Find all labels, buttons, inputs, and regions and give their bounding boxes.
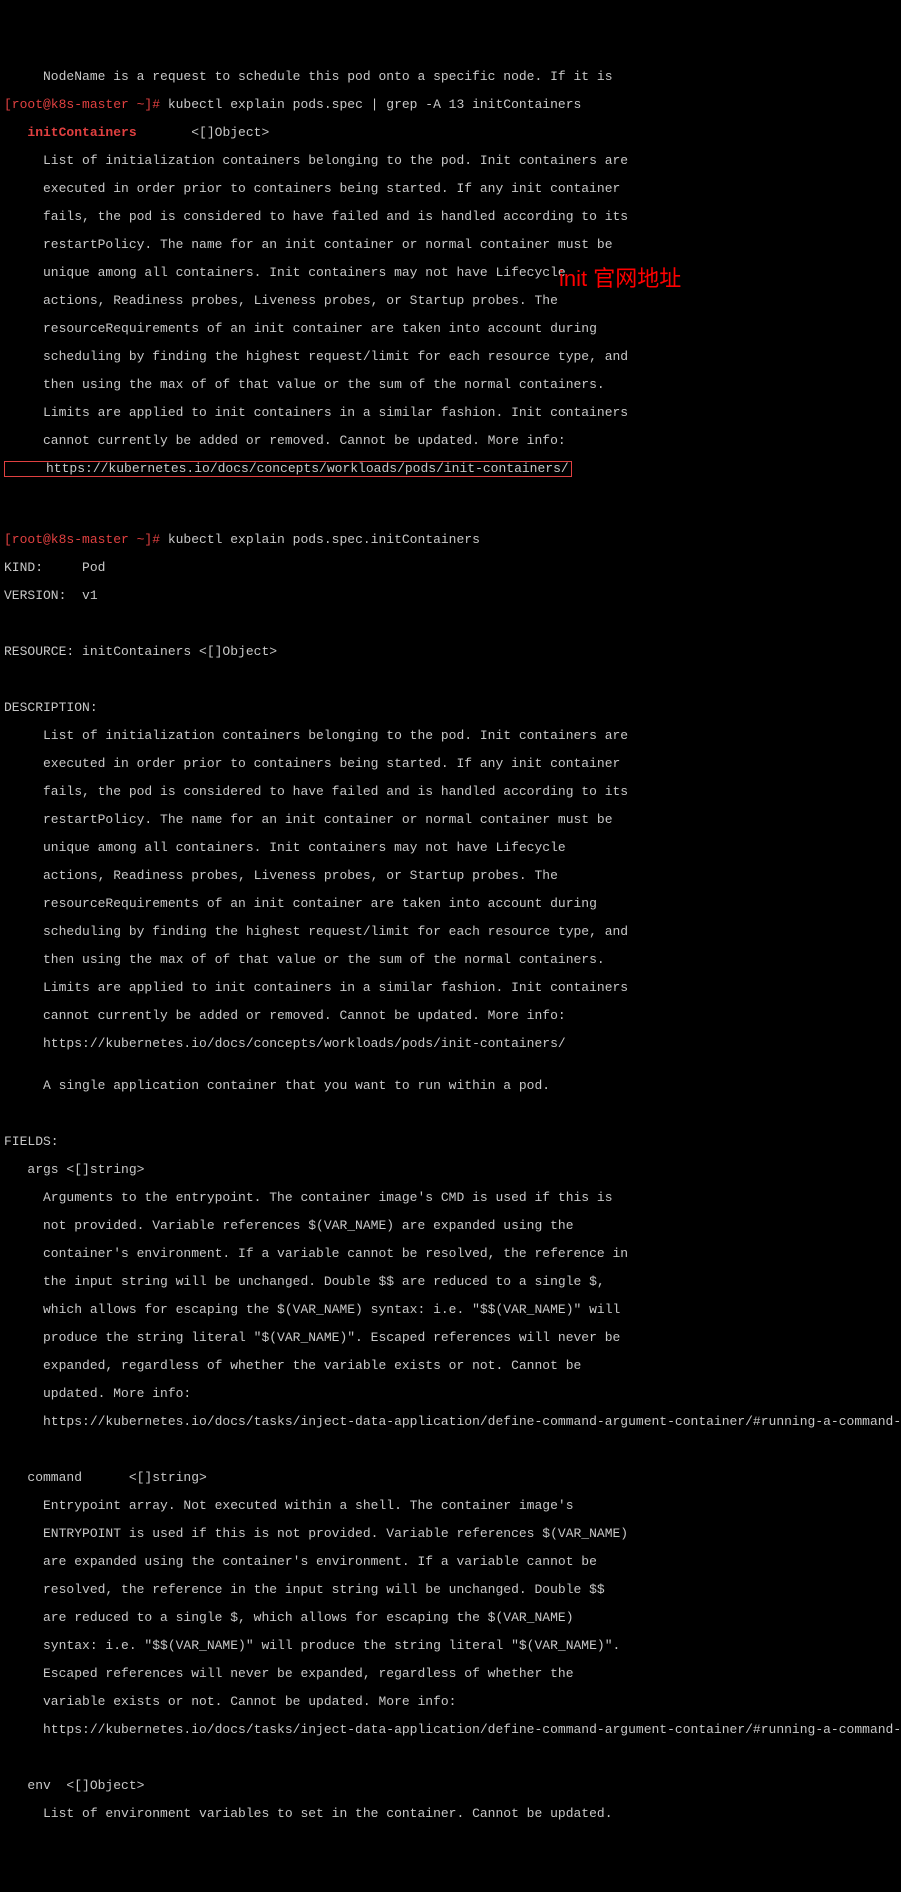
desc2-2: fails, the pod is considered to have fai… [4, 785, 897, 799]
command-header: command <[]string> [4, 1471, 897, 1485]
command-1: ENTRYPOINT is used if this is not provid… [4, 1527, 897, 1541]
command-8: https://kubernetes.io/docs/tasks/inject-… [4, 1723, 897, 1737]
desc1-10: cannot currently be added or removed. Ca… [4, 434, 897, 448]
command-3: resolved, the reference in the input str… [4, 1583, 897, 1597]
args-0: Arguments to the entrypoint. The contain… [4, 1191, 897, 1205]
args-header: args <[]string> [4, 1163, 897, 1177]
desc2-13: A single application container that you … [4, 1079, 897, 1093]
desc1-5: actions, Readiness probes, Liveness prob… [4, 294, 897, 308]
blank [4, 617, 897, 631]
args-5: produce the string literal "$(VAR_NAME)"… [4, 1331, 897, 1345]
env-header: env <[]Object> [4, 1779, 897, 1793]
url-highlight-box: https://kubernetes.io/docs/concepts/work… [4, 461, 572, 477]
kind-line: KIND: Pod [4, 561, 897, 575]
args-4: which allows for escaping the $(VAR_NAME… [4, 1303, 897, 1317]
desc1-3: restartPolicy. The name for an init cont… [4, 238, 897, 252]
args-8: https://kubernetes.io/docs/tasks/inject-… [4, 1415, 897, 1429]
args-2: container's environment. If a variable c… [4, 1247, 897, 1261]
desc2-1: executed in order prior to containers be… [4, 757, 897, 771]
version-line: VERSION: v1 [4, 589, 897, 603]
prompt-line-2[interactable]: [root@k8s-master ~]# kubectl explain pod… [4, 533, 897, 547]
command-7: variable exists or not. Cannot be update… [4, 1695, 897, 1709]
desc2-8: then using the max of of that value or t… [4, 953, 897, 967]
desc2-6: resourceRequirements of an init containe… [4, 897, 897, 911]
env-desc: List of environment variables to set in … [4, 1807, 897, 1821]
blank [4, 1107, 897, 1121]
desc2-3: restartPolicy. The name for an init cont… [4, 813, 897, 827]
desc1-8: then using the max of of that value or t… [4, 378, 897, 392]
desc2-9: Limits are applied to init containers in… [4, 981, 897, 995]
command-0: Entrypoint array. Not executed within a … [4, 1499, 897, 1513]
desc2-7: scheduling by finding the highest reques… [4, 925, 897, 939]
command-5: syntax: i.e. "$$(VAR_NAME)" will produce… [4, 1639, 897, 1653]
annotation-text: init 官网地址 [559, 272, 681, 286]
boxed-url-line: https://kubernetes.io/docs/concepts/work… [4, 462, 897, 477]
desc2-0: List of initialization containers belong… [4, 729, 897, 743]
desc1-0: List of initialization containers belong… [4, 154, 897, 168]
description-header: DESCRIPTION: [4, 701, 897, 715]
blank [4, 1443, 897, 1457]
desc1-2: fails, the pod is considered to have fai… [4, 210, 897, 224]
args-7: updated. More info: [4, 1387, 897, 1401]
fields-header: FIELDS: [4, 1135, 897, 1149]
command-2: kubectl explain pods.spec.initContainers [160, 532, 480, 547]
desc2-11: https://kubernetes.io/docs/concepts/work… [4, 1037, 897, 1051]
desc2-10: cannot currently be added or removed. Ca… [4, 1009, 897, 1023]
desc1-4: unique among all containers. Init contai… [4, 266, 897, 280]
prompt-user: [root@k8s-master ~]# [4, 97, 160, 112]
field-header: initContainers <[]Object> [4, 126, 897, 140]
command-1: kubectl explain pods.spec | grep -A 13 i… [160, 97, 581, 112]
command-6: Escaped references will never be expande… [4, 1667, 897, 1681]
desc1-1: executed in order prior to containers be… [4, 182, 897, 196]
field-type: <[]Object> [137, 125, 270, 140]
prompt-user-2: [root@k8s-master ~]# [4, 532, 160, 547]
blank [4, 673, 897, 687]
desc2-4: unique among all containers. Init contai… [4, 841, 897, 855]
args-6: expanded, regardless of whether the vari… [4, 1359, 897, 1373]
desc1-9: Limits are applied to init containers in… [4, 406, 897, 420]
resource-line: RESOURCE: initContainers <[]Object> [4, 645, 897, 659]
args-3: the input string will be unchanged. Doub… [4, 1275, 897, 1289]
args-1: not provided. Variable references $(VAR_… [4, 1219, 897, 1233]
truncated-line: NodeName is a request to schedule this p… [4, 70, 897, 84]
blank [4, 1751, 897, 1765]
desc2-5: actions, Readiness probes, Liveness prob… [4, 869, 897, 883]
desc1-6: resourceRequirements of an init containe… [4, 322, 897, 336]
desc1-7: scheduling by finding the highest reques… [4, 350, 897, 364]
blank [4, 505, 897, 519]
command-2: are expanded using the container's envir… [4, 1555, 897, 1569]
command-4: are reduced to a single $, which allows … [4, 1611, 897, 1625]
initcontainers-highlight: initContainers [4, 125, 137, 140]
prompt-line-1[interactable]: [root@k8s-master ~]# kubectl explain pod… [4, 98, 897, 112]
